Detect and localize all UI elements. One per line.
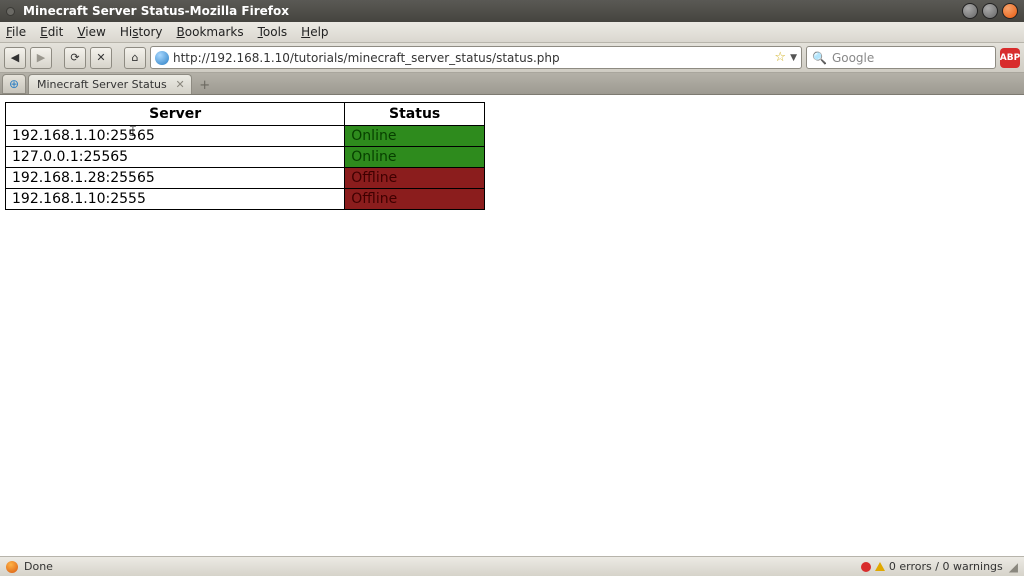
url-text: http://192.168.1.10/tutorials/minecraft_… [173,51,770,65]
menu-file[interactable]: File [6,25,26,39]
firebug-icon[interactable] [6,561,18,573]
window-close-button[interactable] [1002,3,1018,19]
nav-home-button[interactable]: ⌂ [124,47,146,69]
error-icon [861,562,871,572]
error-warning-panel[interactable]: 0 errors / 0 warnings [861,560,1003,573]
cell-server: 127.0.0.1:25565 [6,147,345,168]
page-content: Server Status 192.168.1.10:25565Online12… [0,95,1024,556]
menu-view[interactable]: View [77,25,105,39]
cell-server: 192.168.1.10:2555 [6,189,345,210]
status-text: Done [24,560,53,573]
statusbar: Done 0 errors / 0 warnings ◢ [0,556,1024,576]
menu-history[interactable]: History [120,25,163,39]
tab-label: Minecraft Server Status [37,78,167,91]
col-header-status: Status [345,103,485,126]
search-icon: 🔍 [812,51,827,65]
window-maximize-button[interactable] [982,3,998,19]
menu-tools[interactable]: Tools [258,25,288,39]
adblock-plus-button[interactable]: ABP [1000,48,1020,68]
nav-stop-button[interactable]: ✕ [90,47,112,69]
search-placeholder: Google [832,51,874,65]
nav-toolbar: ◀ ▶ ⟳ ✕ ⌂ http://192.168.1.10/tutorials/… [0,43,1024,73]
cell-status: Online [345,147,485,168]
search-box[interactable]: 🔍 Google [806,46,996,69]
site-identity-icon[interactable] [155,51,169,65]
cell-server: 192.168.1.10:25565 [6,126,345,147]
bookmark-star-icon[interactable]: ☆ [774,50,786,65]
window-minimize-button[interactable] [962,3,978,19]
url-dropdown-icon[interactable]: ▼ [790,53,797,63]
tabstrip-home-button[interactable]: ⊕ [2,74,26,94]
nav-forward-button[interactable]: ▶ [30,47,52,69]
menubar: File Edit View History Bookmarks Tools H… [0,22,1024,43]
menu-help[interactable]: Help [301,25,328,39]
window-title: Minecraft Server Status-Mozilla Firefox [23,4,962,18]
tab-active[interactable]: Minecraft Server Status ✕ [28,74,192,94]
menu-bookmarks[interactable]: Bookmarks [177,25,244,39]
table-row: 192.168.1.10:2555Offline [6,189,485,210]
window-titlebar: Minecraft Server Status-Mozilla Firefox [0,0,1024,22]
cell-status: Online [345,126,485,147]
tab-strip: ⊕ Minecraft Server Status ✕ + [0,73,1024,95]
col-header-server: Server [6,103,345,126]
nav-back-button[interactable]: ◀ [4,47,26,69]
table-row: 127.0.0.1:25565Online [6,147,485,168]
resize-grip-icon[interactable]: ◢ [1009,560,1018,574]
nav-reload-button[interactable]: ⟳ [64,47,86,69]
url-bar[interactable]: http://192.168.1.10/tutorials/minecraft_… [150,46,802,69]
tab-close-icon[interactable]: ✕ [176,78,185,91]
table-row: 192.168.1.10:25565Online [6,126,485,147]
new-tab-button[interactable]: + [194,76,216,94]
cell-status: Offline [345,168,485,189]
warning-icon [875,562,885,571]
app-menu-dot[interactable] [6,7,15,16]
server-status-table: Server Status 192.168.1.10:25565Online12… [5,102,485,210]
menu-edit[interactable]: Edit [40,25,63,39]
cell-server: 192.168.1.28:25565 [6,168,345,189]
table-row: 192.168.1.28:25565Offline [6,168,485,189]
cell-status: Offline [345,189,485,210]
error-warning-text: 0 errors / 0 warnings [889,560,1003,573]
